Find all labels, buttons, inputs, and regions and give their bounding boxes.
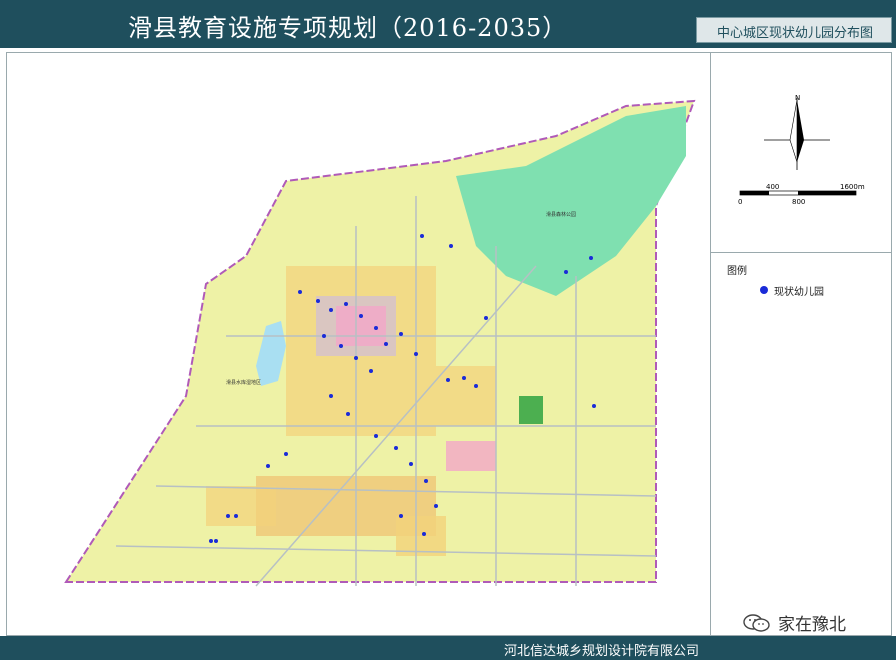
scale-label-400: 400 <box>766 183 779 191</box>
scale-label-800: 800 <box>792 198 805 206</box>
forest-park-label: 滑县森林公园 <box>546 211 576 218</box>
kindergarten-dot <box>209 539 213 543</box>
kindergarten-dot <box>359 314 363 318</box>
kindergarten-dot <box>564 270 568 274</box>
legend-kindergarten-swatch <box>760 286 768 294</box>
kindergarten-dot <box>226 514 230 518</box>
green-block <box>519 396 543 424</box>
kindergarten-dot <box>329 394 333 398</box>
kindergarten-dot <box>589 256 593 260</box>
kindergarten-dot <box>592 404 596 408</box>
kindergarten-dot <box>369 369 373 373</box>
kindergarten-dot <box>384 342 388 346</box>
scale-label-0: 0 <box>738 198 742 206</box>
kindergarten-dot <box>339 344 343 348</box>
kindergarten-dot <box>420 234 424 238</box>
kindergarten-dot <box>434 504 438 508</box>
wechat-icon <box>743 614 770 632</box>
urban-block <box>336 306 386 346</box>
map-name-box: 中心城区现状幼儿园分布图 <box>696 17 892 43</box>
kindergarten-dot <box>462 376 466 380</box>
kindergarten-dot <box>484 316 488 320</box>
watermark-text: 家在豫北 <box>778 615 846 635</box>
urban-block <box>446 441 496 471</box>
kindergarten-dot <box>322 334 326 338</box>
scale-label-1600m: 1600m <box>840 183 865 191</box>
legend-divider <box>711 252 892 253</box>
north-label: N <box>795 94 800 102</box>
urban-block <box>206 486 276 526</box>
legend-title: 图例 <box>727 266 747 277</box>
kindergarten-dot <box>316 299 320 303</box>
kindergarten-dot <box>214 539 218 543</box>
kindergarten-dot <box>284 452 288 456</box>
kindergarten-dot <box>424 479 428 483</box>
panel-divider <box>710 52 711 636</box>
footer-bar: 河北信达城乡规划设计院有限公司 <box>0 636 896 660</box>
kindergarten-dot <box>409 462 413 466</box>
kindergarten-dot <box>474 384 478 388</box>
organization-name: 河北信达城乡规划设计院有限公司 <box>504 644 700 659</box>
kindergarten-dot <box>394 446 398 450</box>
kindergarten-dot <box>266 464 270 468</box>
kindergarten-dot <box>354 356 358 360</box>
scale-bar: 400 1600m 0 800 <box>738 183 865 206</box>
kindergarten-dot <box>449 244 453 248</box>
wetland-label: 滑县水库湿地区 <box>226 379 261 386</box>
legend-kindergarten-label: 现状幼儿园 <box>774 287 824 298</box>
urban-block <box>436 366 496 426</box>
page-title: 滑县教育设施专项规划（2016-2035） <box>128 14 568 42</box>
header-bar: 滑县教育设施专项规划（2016-2035） 中心城区现状幼儿园分布图 <box>0 0 896 48</box>
urban-block <box>396 516 446 556</box>
city-map[interactable]: 滑县森林公园 滑县水库湿地区 <box>56 96 696 616</box>
kindergarten-dot <box>399 514 403 518</box>
map-subtitle: 中心城区现状幼儿园分布图 <box>716 26 873 41</box>
kindergarten-dot <box>344 302 348 306</box>
kindergarten-dot <box>399 332 403 336</box>
kindergarten-dot <box>234 514 238 518</box>
kindergarten-dot <box>446 378 450 382</box>
kindergarten-dot <box>298 290 302 294</box>
kindergarten-dot <box>329 308 333 312</box>
kindergarten-dot <box>422 532 426 536</box>
north-arrow-icon: N <box>764 94 830 170</box>
kindergarten-dot <box>374 434 378 438</box>
kindergarten-dot <box>346 412 350 416</box>
kindergarten-dot <box>414 352 418 356</box>
kindergarten-dot <box>374 326 378 330</box>
